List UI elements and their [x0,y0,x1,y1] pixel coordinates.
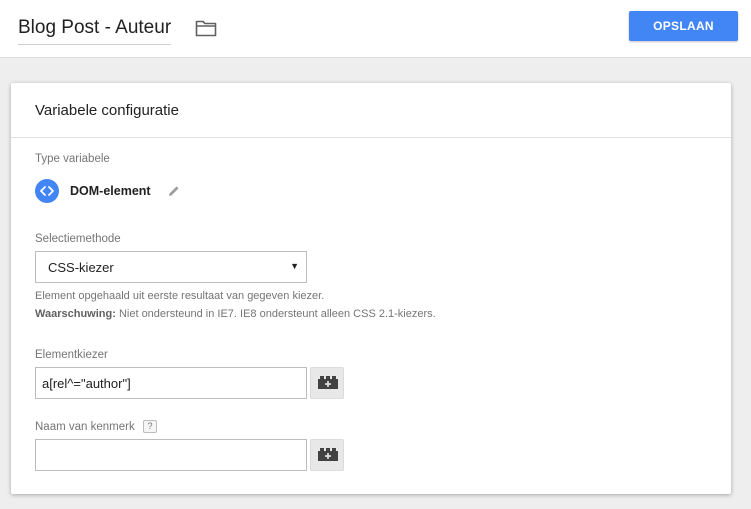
lego-brick-plus-icon [318,376,338,389]
selection-method-select[interactable]: CSS-kiezer ▼ [35,251,307,283]
page-title[interactable]: Blog Post - Auteur [18,17,172,45]
card-header: Variabele configuratie [11,83,731,138]
warning-label: Waarschuwing: [35,308,116,320]
code-brackets-icon[interactable] [35,179,59,203]
insert-variable-button[interactable] [310,439,344,471]
top-bar: Blog Post - Auteur OPSLAAN [0,0,751,58]
folder-icon[interactable] [195,19,217,37]
variable-type-name[interactable]: DOM-element [70,184,151,198]
element-selector-label: Elementkiezer [35,349,108,361]
variable-config-card: Variabele configuratie Type variabele DO… [11,83,731,494]
warning-text: Waarschuwing: Niet ondersteund in IE7. I… [35,308,436,320]
attribute-name-input[interactable] [35,439,307,471]
insert-variable-button[interactable] [310,367,344,399]
attribute-name-label: Naam van kenmerk [35,421,135,433]
lego-brick-plus-icon [318,448,338,461]
save-button[interactable]: OPSLAAN [629,11,738,41]
type-label: Type variabele [35,153,110,165]
selection-method-value: CSS-kiezer [48,260,114,275]
help-badge[interactable]: ? [143,420,157,433]
card-title: Variabele configuratie [35,102,179,119]
element-selector-value: a[rel^="author"] [42,376,131,391]
element-selector-input[interactable]: a[rel^="author"] [35,367,307,399]
warning-message: Niet ondersteund in IE7. IE8 ondersteunt… [115,308,436,320]
help-text: Element opgehaald uit eerste resultaat v… [35,290,325,302]
selection-method-label: Selectiemethode [35,233,121,245]
pencil-icon[interactable] [167,184,181,198]
dropdown-caret-icon: ▼ [290,261,299,271]
